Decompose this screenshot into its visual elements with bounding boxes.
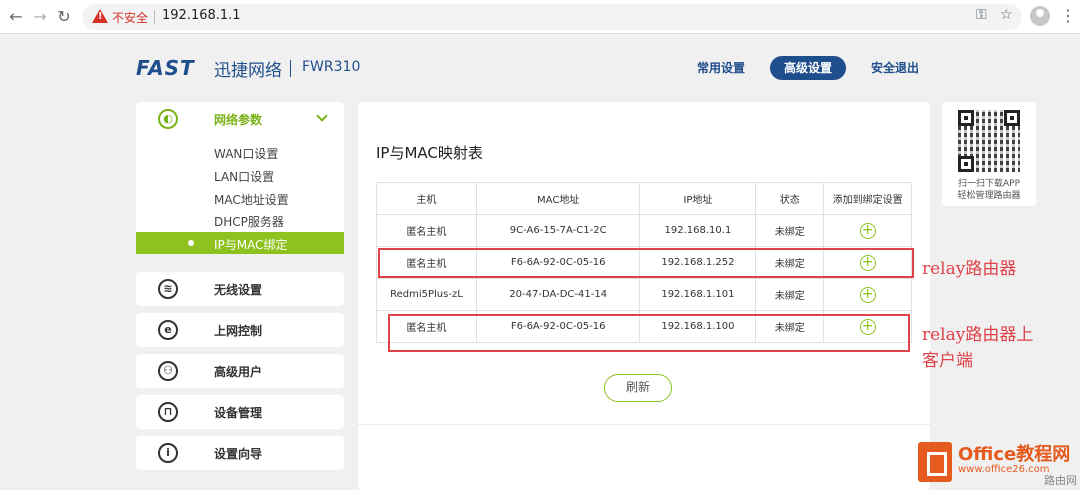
annotation-relay-client-line2: 客户端 [922,351,973,371]
sidebar-item-internet-control[interactable]: e 上网控制 [136,313,344,347]
cell-add: + [823,278,912,311]
url-text: 192.168.1.1 [162,8,241,23]
table-row: Redmi5Plus-zL 20-47-DA-DC-41-14 192.168.… [376,278,912,311]
annotation-relay-router: relay路由器 [922,259,1017,279]
back-arrow-icon[interactable]: ← [6,7,26,27]
column-header-mac: MAC地址 [475,182,641,215]
watermark-small: 路由网 [1044,474,1077,487]
sidebar-label: 网络参数 [214,113,263,127]
cell-status: 未绑定 [755,278,825,311]
menu-icon[interactable]: ⋮ [1060,6,1076,25]
reload-icon[interactable]: ↻ [54,7,74,27]
router-icon: ⊓ [158,402,178,422]
main-panel: IP与MAC映射表 主机 MAC地址 IP地址 状态 添加到绑定设置 匿名主机 … [358,102,930,490]
app-download-card: 扫一扫下载APP 轻松管理路由器 [942,102,1036,206]
nav-advanced-settings[interactable]: 高级设置 [770,56,847,80]
sidebar-item-network-params[interactable]: ◐ 网络参数 [136,102,344,136]
cell-ip: 192.168.1.101 [639,278,757,311]
table-row: 匿名主机 9C-A6-15-7A-C1-2C 192.168.10.1 未绑定 … [376,214,912,247]
active-dot-icon [188,240,194,246]
page-title: IP与MAC映射表 [376,144,483,162]
column-header-ip: IP地址 [639,182,757,215]
table-header-row: 主机 MAC地址 IP地址 状态 添加到绑定设置 [376,182,912,215]
sidebar-subitem-lan[interactable]: LAN口设置 [214,168,274,185]
add-binding-icon[interactable]: + [859,286,876,303]
ie-icon: e [158,320,178,340]
cell-ip: 192.168.10.1 [639,214,757,247]
sidebar-item-wireless[interactable]: ≋ 无线设置 [136,272,344,306]
qr-corner-icon [958,156,974,172]
router-model: FWR310 [302,59,361,75]
refresh-button[interactable]: 刷新 [604,374,672,402]
warning-icon [92,9,108,23]
column-header-add-binding: 添加到绑定设置 [823,182,912,215]
watermark-url: www.office26.com [958,464,1050,475]
qr-corner-icon [958,110,974,126]
cell-host: Redmi5Plus-zL [376,278,477,311]
sidebar-subitem-label: IP与MAC绑定 [214,238,288,252]
sidebar-subitem-ip-mac-binding[interactable]: IP与MAC绑定 [136,232,344,254]
brand-name: FAST [136,56,195,80]
address-bar[interactable]: 不安全 192.168.1.1 [82,4,1022,30]
forward-arrow-icon[interactable]: → [30,7,50,27]
highlight-relay-router-row [378,248,914,278]
sidebar-label: 高级用户 [214,365,263,379]
watermark: Office教程网 www.office26.com 路由网 [912,438,1080,490]
sidebar-subitem-wan[interactable]: WAN口设置 [214,145,278,162]
column-header-status: 状态 [755,182,825,215]
sidebar-subitem-dhcp[interactable]: DHCP服务器 [214,213,284,230]
wifi-icon: ≋ [158,279,178,299]
user-icon: ⚇ [158,361,178,381]
sidebar-item-advanced-user[interactable]: ⚇ 高级用户 [136,354,344,388]
qr-corner-icon [1004,110,1020,126]
star-icon[interactable]: ☆ [1000,7,1013,23]
info-icon: i [158,443,178,463]
key-icon[interactable]: ⚿ [976,7,987,23]
annotation-relay-client-line1: relay路由器上 [922,325,1034,345]
panel-divider [358,424,930,425]
qr-caption-line2: 轻松管理路由器 [957,191,1021,201]
sidebar-label: 设置向导 [214,447,263,461]
sidebar-network-params: ◐ 网络参数 WAN口设置 LAN口设置 MAC地址设置 DHCP服务器 IP与… [136,102,344,254]
insecure-label: 不安全 [112,11,149,25]
sidebar-subitem-mac[interactable]: MAC地址设置 [214,191,289,208]
cell-host: 匿名主机 [376,214,477,247]
browser-toolbar: ← → ↻ 不安全 192.168.1.1 ⚿ ☆ ⋮ [0,0,1080,34]
sidebar-label: 无线设置 [214,283,263,297]
cell-mac: 9C-A6-15-7A-C1-2C [475,214,641,247]
cell-add: + [823,214,912,247]
profile-avatar[interactable] [1030,6,1050,26]
brand-divider [290,60,291,77]
cell-status: 未绑定 [755,214,825,247]
brand-logo: FAST 迅捷网络 FWR310 [136,56,360,81]
office-logo-icon [918,442,952,482]
sidebar-label: 设备管理 [214,406,263,420]
omnibox-divider [154,10,155,24]
column-header-host: 主机 [376,182,477,215]
sidebar-item-setup-wizard[interactable]: i 设置向导 [136,436,344,470]
sidebar-label: 上网控制 [214,324,263,338]
nav-common-settings[interactable]: 常用设置 [697,56,745,80]
watermark-title: Office教程网 [958,444,1071,465]
sidebar-item-device-management[interactable]: ⊓ 设备管理 [136,395,344,429]
globe-icon: ◐ [158,109,178,129]
add-binding-icon[interactable]: + [859,222,876,239]
nav-logout[interactable]: 安全退出 [871,56,919,80]
chevron-down-icon [316,110,328,122]
brand-name-cn: 迅捷网络 [214,61,282,81]
highlight-relay-client-row [388,314,910,352]
cell-mac: 20-47-DA-DC-41-14 [475,278,641,311]
